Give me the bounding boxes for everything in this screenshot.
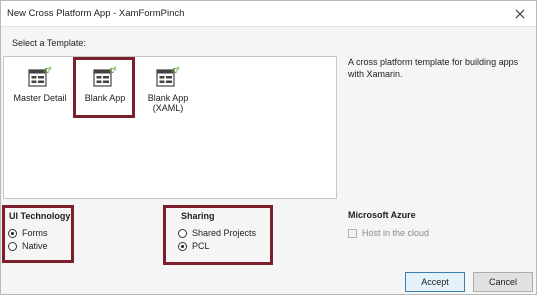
radio-label: Shared Projects: [192, 228, 257, 238]
host-in-cloud-option[interactable]: Host in the cloud: [348, 227, 429, 239]
radio-button[interactable]: [178, 241, 187, 251]
new-cross-platform-app-dialog: New Cross Platform App - XamFormPinch Se…: [0, 0, 537, 295]
close-button[interactable]: [510, 4, 530, 24]
accept-label: Accept: [421, 277, 449, 287]
template-blank-app[interactable]: C # Blank App: [74, 57, 136, 117]
radio-button[interactable]: [8, 228, 17, 238]
template-blank-app-xaml[interactable]: C # Blank App (XAML): [137, 57, 199, 117]
template-list: C # Master Detail C # Blank App C # Blan…: [3, 56, 337, 199]
ui-technology-title: UI Technology: [9, 211, 71, 221]
azure-title: Microsoft Azure: [348, 210, 416, 220]
close-icon: [515, 9, 525, 19]
cross-platform-template-icon: C #: [93, 66, 117, 87]
radio-pcl[interactable]: PCL: [178, 240, 210, 252]
svg-text:#: #: [177, 67, 180, 73]
template-label-line-2: (XAML): [152, 103, 184, 113]
cancel-button[interactable]: Cancel: [473, 272, 533, 292]
radio-shared-projects[interactable]: Shared Projects: [178, 227, 256, 239]
select-template-label: Select a Template:: [12, 38, 86, 48]
cross-platform-template-icon: C #: [156, 66, 180, 87]
cancel-label: Cancel: [488, 277, 517, 287]
host-in-cloud-checkbox[interactable]: [348, 228, 357, 238]
template-label-line-1: Blank App: [84, 93, 126, 103]
radio-native[interactable]: Native: [8, 240, 48, 252]
radio-label: Native: [22, 241, 48, 251]
template-label: Blank App (XAML): [137, 93, 199, 113]
cross-platform-template-icon: C #: [28, 66, 52, 87]
svg-text:#: #: [114, 67, 117, 73]
template-label-line-1: Blank App: [147, 93, 189, 103]
radio-button[interactable]: [8, 241, 17, 251]
title-bar: New Cross Platform App - XamFormPinch: [1, 1, 536, 27]
radio-button[interactable]: [178, 228, 187, 238]
window-title: New Cross Platform App - XamFormPinch: [7, 8, 185, 19]
sharing-title: Sharing: [181, 211, 215, 221]
host-in-cloud-label: Host in the cloud: [362, 228, 430, 238]
radio-forms[interactable]: Forms: [8, 227, 48, 239]
template-label-line-1: Master Detail: [13, 93, 67, 103]
radio-label: PCL: [192, 241, 210, 251]
template-description: A cross platform template for building a…: [348, 57, 519, 79]
radio-label: Forms: [22, 228, 48, 238]
accept-button[interactable]: Accept: [405, 272, 465, 292]
svg-text:#: #: [49, 67, 52, 73]
template-label: Master Detail: [9, 93, 71, 103]
template-master-detail[interactable]: C # Master Detail: [9, 57, 71, 117]
template-label: Blank App: [74, 93, 136, 103]
